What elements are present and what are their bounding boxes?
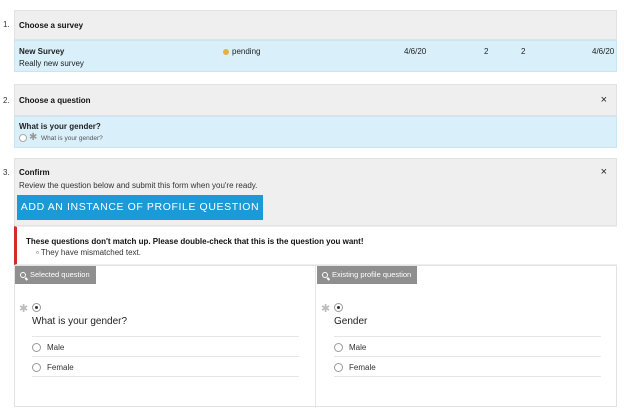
question-type-radio-icon bbox=[334, 303, 343, 312]
step-3-description: Review the question below and submit thi… bbox=[19, 181, 258, 190]
existing-question-tag: Existing profile question bbox=[317, 266, 418, 284]
required-star-icon: ✱ bbox=[19, 303, 29, 315]
separator bbox=[32, 336, 299, 337]
option-radio-female[interactable] bbox=[32, 363, 41, 372]
selected-question-row[interactable]: What is your gender? ✱ What is your gend… bbox=[14, 116, 617, 148]
separator bbox=[334, 376, 601, 377]
option-label-male: Male bbox=[349, 343, 367, 352]
step-1-title: Choose a survey bbox=[19, 21, 84, 30]
selected-question-tag-label: Selected question bbox=[30, 270, 90, 279]
required-star-icon: ✱ bbox=[29, 132, 38, 143]
separator bbox=[32, 376, 299, 377]
warning-title: These questions don't match up. Please d… bbox=[26, 237, 364, 246]
step-2-header: Choose a question × bbox=[14, 84, 617, 116]
existing-question-tag-label: Existing profile question bbox=[332, 270, 412, 279]
option-label-female: Female bbox=[47, 363, 74, 372]
search-icon bbox=[20, 272, 26, 278]
separator bbox=[32, 356, 299, 357]
search-icon bbox=[322, 272, 328, 278]
option-label-male: Male bbox=[47, 343, 65, 352]
selected-survey-row[interactable]: New Survey Really new survey pending 4/6… bbox=[14, 40, 617, 72]
step-3-close-icon[interactable]: × bbox=[601, 167, 607, 178]
status-badge: pending bbox=[223, 47, 260, 56]
add-profile-question-button[interactable]: ADD AN INSTANCE OF PROFILE QUESTION bbox=[17, 195, 263, 220]
option-label-female: Female bbox=[349, 363, 376, 372]
selected-question-tag: Selected question bbox=[15, 266, 96, 284]
status-label: pending bbox=[232, 47, 261, 56]
status-dot-icon bbox=[223, 48, 229, 55]
survey-description: Really new survey bbox=[19, 59, 84, 68]
step-3-title: Confirm bbox=[19, 168, 50, 177]
warning-reason: ▫ They have mismatched text. bbox=[36, 248, 141, 257]
option-radio-male[interactable] bbox=[334, 343, 343, 352]
step-3-number: 3. bbox=[3, 168, 10, 177]
radio-preview-icon bbox=[19, 134, 27, 142]
option-radio-female[interactable] bbox=[334, 363, 343, 372]
existing-question-text: Gender bbox=[334, 316, 368, 327]
question-title: What is your gender? bbox=[19, 122, 101, 131]
question-comparison: Selected question ✱ What is your gender?… bbox=[14, 265, 617, 408]
step-2-title: Choose a question bbox=[19, 96, 91, 105]
survey-count-b: 2 bbox=[521, 47, 526, 56]
survey-name: New Survey bbox=[19, 47, 65, 56]
separator bbox=[334, 356, 601, 357]
question-preview: What is your gender? bbox=[41, 135, 103, 142]
option-radio-male[interactable] bbox=[32, 343, 41, 352]
mismatch-warning: These questions don't match up. Please d… bbox=[14, 226, 617, 265]
step-2-close-icon[interactable]: × bbox=[601, 95, 607, 106]
required-star-icon: ✱ bbox=[321, 303, 331, 315]
step-1-number: 1. bbox=[3, 20, 10, 29]
selected-question-text: What is your gender? bbox=[32, 316, 128, 327]
question-type-radio-icon bbox=[32, 303, 41, 312]
survey-date-modified: 4/6/20 bbox=[592, 47, 615, 56]
step-1-header: Choose a survey bbox=[14, 10, 617, 40]
survey-count-a: 2 bbox=[484, 47, 489, 56]
comparison-divider bbox=[315, 266, 316, 408]
separator bbox=[334, 336, 601, 337]
step-2-number: 2. bbox=[3, 96, 10, 105]
warning-reason-text: They have mismatched text. bbox=[40, 248, 141, 257]
survey-date-created: 4/6/20 bbox=[404, 47, 427, 56]
